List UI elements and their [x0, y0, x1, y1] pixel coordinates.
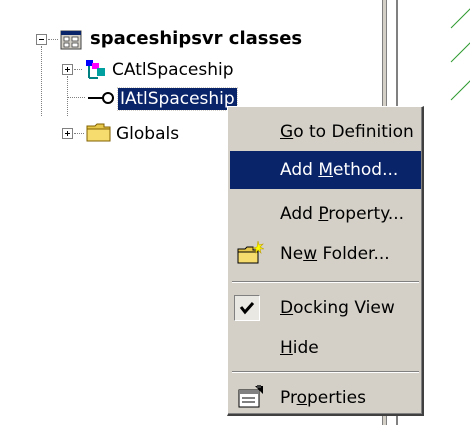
classes-root-icon — [60, 30, 82, 50]
context-menu: Go to Definition Add Method... Add Prope… — [227, 106, 424, 416]
globals-expand-toggle[interactable] — [62, 128, 73, 139]
menu-item-add-method[interactable]: Add Method... — [230, 151, 421, 189]
interface-icon — [88, 92, 114, 104]
menu-item-hide[interactable]: Hide — [230, 329, 421, 367]
menu-item-add-property[interactable]: Add Property... — [230, 195, 421, 233]
menu-separator — [232, 371, 419, 373]
menu-item-new-folder[interactable]: New Folder... — [230, 235, 421, 273]
menu-item-docking-view[interactable]: Docking View — [230, 289, 421, 327]
tree-item-globals[interactable]: Globals — [116, 123, 179, 145]
menu-item-go-to-definition[interactable]: Go to Definition — [230, 113, 421, 151]
menu-item-properties[interactable]: Properties — [230, 379, 421, 417]
tree-item-catlspaceship[interactable]: CAtlSpaceship — [112, 59, 234, 81]
new-folder-icon — [237, 240, 265, 264]
checkmark-icon — [234, 295, 260, 321]
tree-root-label[interactable]: spaceshipsvr classes — [90, 28, 302, 50]
root-collapse-toggle[interactable] — [36, 34, 47, 45]
properties-icon — [238, 385, 263, 408]
class-icon — [86, 60, 105, 79]
catlspaceship-expand-toggle[interactable] — [62, 64, 73, 75]
folder-icon — [86, 123, 111, 142]
menu-separator — [232, 281, 419, 283]
tree-item-iatlspaceship[interactable]: IAtlSpaceship — [117, 87, 238, 111]
